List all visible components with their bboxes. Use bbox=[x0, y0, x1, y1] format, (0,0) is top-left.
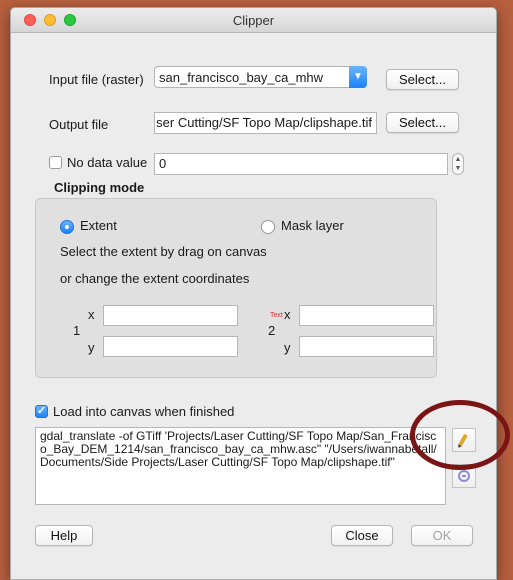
pencil-icon bbox=[458, 433, 468, 447]
point2-number: 2 bbox=[268, 323, 276, 338]
point2-y-label: y bbox=[284, 340, 291, 355]
extent-radio[interactable] bbox=[60, 220, 74, 234]
point1-x-label: x bbox=[88, 307, 95, 322]
point2-y-field[interactable] bbox=[299, 336, 434, 357]
output-select-button[interactable]: Select... bbox=[386, 112, 459, 133]
no-data-field[interactable]: 0 bbox=[154, 153, 448, 175]
point1-x-field[interactable] bbox=[103, 305, 238, 326]
circle-icon bbox=[458, 470, 470, 482]
command-text-area[interactable]: gdal_translate -of GTiff 'Projects/Laser… bbox=[35, 427, 446, 505]
output-file-value: ser Cutting/SF Topo Map/clipshape.tif bbox=[156, 115, 372, 130]
point1-y-label: y bbox=[88, 340, 95, 355]
no-data-checkbox[interactable] bbox=[49, 156, 62, 169]
point2-x-field[interactable] bbox=[299, 305, 434, 326]
clipper-dialog: Clipper Input file (raster) san_francisc… bbox=[10, 7, 497, 580]
mask-layer-radio-label: Mask layer bbox=[281, 218, 344, 233]
output-file-field[interactable]: ser Cutting/SF Topo Map/clipshape.tif bbox=[154, 112, 377, 134]
input-file-combo[interactable]: san_francisco_bay_ca_mhw ▼ bbox=[154, 66, 367, 88]
input-select-button[interactable]: Select... bbox=[386, 69, 459, 90]
edit-command-button[interactable] bbox=[452, 428, 476, 452]
no-data-stepper[interactable]: ▲ ▼ bbox=[452, 153, 464, 175]
point2-x-label: x bbox=[284, 307, 291, 322]
mask-layer-radio[interactable] bbox=[261, 220, 275, 234]
text-tool-tag: Text bbox=[270, 312, 283, 319]
close-button[interactable]: Close bbox=[331, 525, 393, 546]
title-bar: Clipper bbox=[11, 8, 496, 33]
extent-radio-label: Extent bbox=[80, 218, 117, 233]
window-title: Clipper bbox=[232, 13, 275, 28]
help-button[interactable]: Help bbox=[35, 525, 93, 546]
clipping-mode-group: Extent Mask layer Select the extent by d… bbox=[35, 198, 437, 378]
load-canvas-label: Load into canvas when finished bbox=[53, 404, 235, 419]
input-file-value: san_francisco_bay_ca_mhw bbox=[159, 70, 324, 85]
input-file-label: Input file (raster) bbox=[49, 72, 144, 87]
no-data-label: No data value bbox=[67, 155, 148, 170]
chevron-down-icon[interactable]: ▼ bbox=[349, 66, 367, 88]
output-file-label: Output file bbox=[49, 117, 109, 132]
extent-instruction-1: Select the extent by drag on canvas bbox=[60, 244, 267, 259]
point1-number: 1 bbox=[73, 323, 81, 338]
reset-command-button[interactable] bbox=[452, 464, 476, 488]
point1-y-field[interactable] bbox=[103, 336, 238, 357]
clipping-mode-heading: Clipping mode bbox=[54, 180, 145, 195]
load-canvas-checkbox[interactable]: ✓ bbox=[35, 405, 48, 418]
extent-instruction-2: or change the extent coordinates bbox=[60, 271, 250, 286]
ok-button[interactable]: OK bbox=[411, 525, 473, 546]
